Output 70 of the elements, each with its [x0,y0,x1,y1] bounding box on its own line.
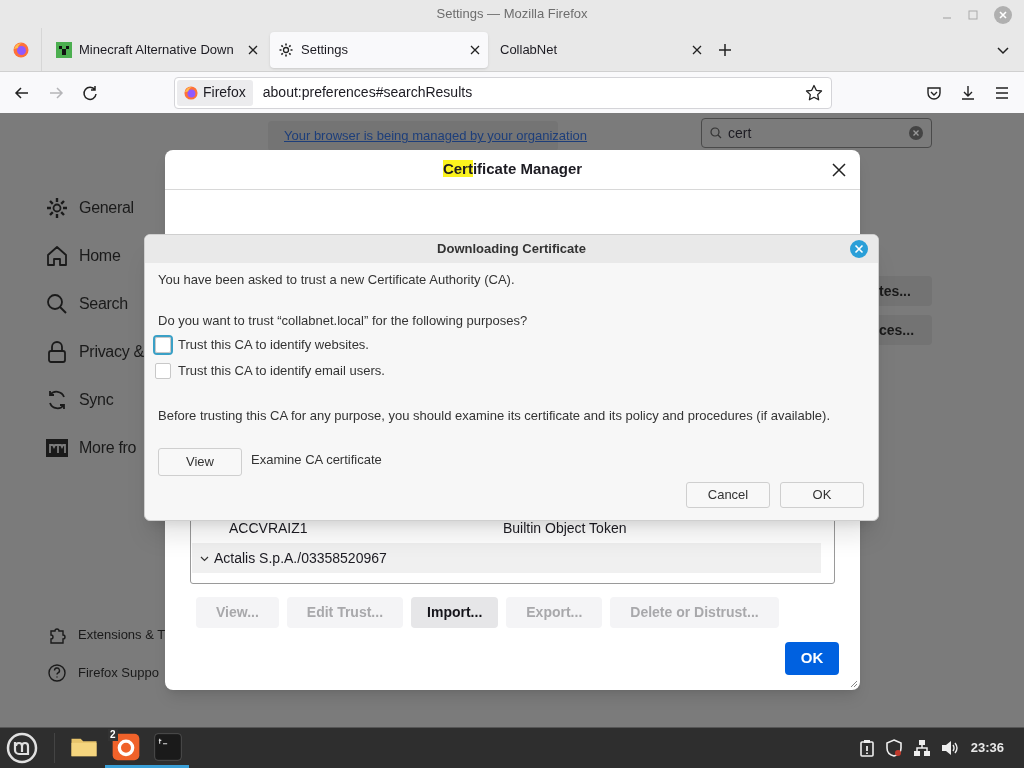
dialog-button[interactable]: Import... [411,597,499,628]
search-field[interactable]: cert [701,118,932,148]
m-logo-icon [45,436,69,460]
search-icon [45,292,69,316]
close-icon[interactable] [248,44,258,55]
close-icon[interactable] [470,44,480,55]
warning-text: Before trusting this CA for any purpose, you should examine its certificate and its policy and procedures (if available). [158,408,831,424]
view-button[interactable]: View [158,448,242,476]
firefox-icon [111,731,141,762]
firefox-icon[interactable] [12,41,29,58]
close-icon[interactable] [832,163,846,177]
firefox-icon [184,85,198,100]
identity-chip[interactable]: Firefox [177,79,253,106]
volume-icon[interactable] [940,739,959,757]
lock-icon [45,340,69,364]
sidebar-link[interactable]: Firefox Suppo [78,663,159,683]
clipboard-alert-icon[interactable] [858,739,875,757]
browser-tab[interactable]: Settings [270,31,488,68]
back-arrow-icon[interactable] [14,84,30,101]
sidebar-link[interactable]: Extensions & T [78,625,166,645]
window-title: Settings — Mozilla Firefox [436,5,588,24]
sidebar-item[interactable]: Search [79,292,128,316]
tree-group-row[interactable]: Actalis S.p.A./03358520967 [192,543,821,573]
url-text: about:preferences#searchResults [262,83,474,102]
puzzle-icon [47,625,67,645]
new-tab-icon[interactable] [718,42,732,57]
terminal-icon [153,731,183,762]
dialog-button[interactable]: Cancel [686,482,770,508]
shield-icon[interactable] [884,739,903,757]
question-text: Do you want to trust “collabnet.local” for the following purposes? [158,313,529,329]
intro-text: You have been asked to trust a new Certificate Authority (CA). [158,272,516,288]
network-icon[interactable] [912,739,931,757]
table-cell-text: ACCVRAIZ1 [229,518,309,538]
notice-text: Your browser is being managed by your organization [284,127,588,146]
search-icon [710,127,722,139]
download-icon[interactable] [960,84,976,101]
browser-tab[interactable]: Minecraft Alternative Down [48,31,266,68]
settings-button[interactable]: ces... [879,315,932,345]
checkbox-label[interactable]: Trust this CA to identify email users. [178,361,385,381]
clear-icon[interactable] [909,126,923,140]
address-bar[interactable]: Firefox about:preferences#searchResults [174,76,832,109]
reload-icon[interactable] [82,84,98,101]
sidebar-item[interactable]: Sync [79,388,114,412]
table-cell-text: Builtin Object Token [503,518,627,538]
ok-button[interactable]: OK [785,642,839,675]
pocket-icon[interactable] [926,84,942,101]
creeper-icon [56,41,72,58]
menu-icon[interactable] [994,84,1010,101]
dialog-title: Downloading Certificate [437,240,586,259]
gear-icon [278,41,294,58]
resize-grip-icon[interactable] [848,678,858,688]
browser-tab[interactable]: CollabNet [492,31,710,68]
dialog-button[interactable]: OK [780,482,864,508]
star-icon[interactable] [805,83,823,102]
window-count-badge: 2 [108,729,118,741]
sidebar-item[interactable]: More fro [79,436,137,460]
settings-button[interactable]: tes... [879,276,932,306]
sidebar-item[interactable]: General [79,196,134,220]
help-icon [47,663,67,683]
gear-icon [45,196,69,220]
checkbox[interactable] [155,363,171,379]
sidebar-item[interactable]: Home [79,244,121,268]
close-icon[interactable] [692,44,702,55]
home-icon [45,244,69,268]
sidebar-item[interactable]: Privacy & [79,340,144,364]
checkbox-label[interactable]: Trust this CA to identify websites. [178,335,369,355]
clock[interactable]: 23:36 [970,738,1004,758]
taskbar-app[interactable]: 2 [105,728,147,768]
view-label: Examine CA certificate [251,450,382,469]
mint-menu-icon[interactable] [6,732,38,764]
